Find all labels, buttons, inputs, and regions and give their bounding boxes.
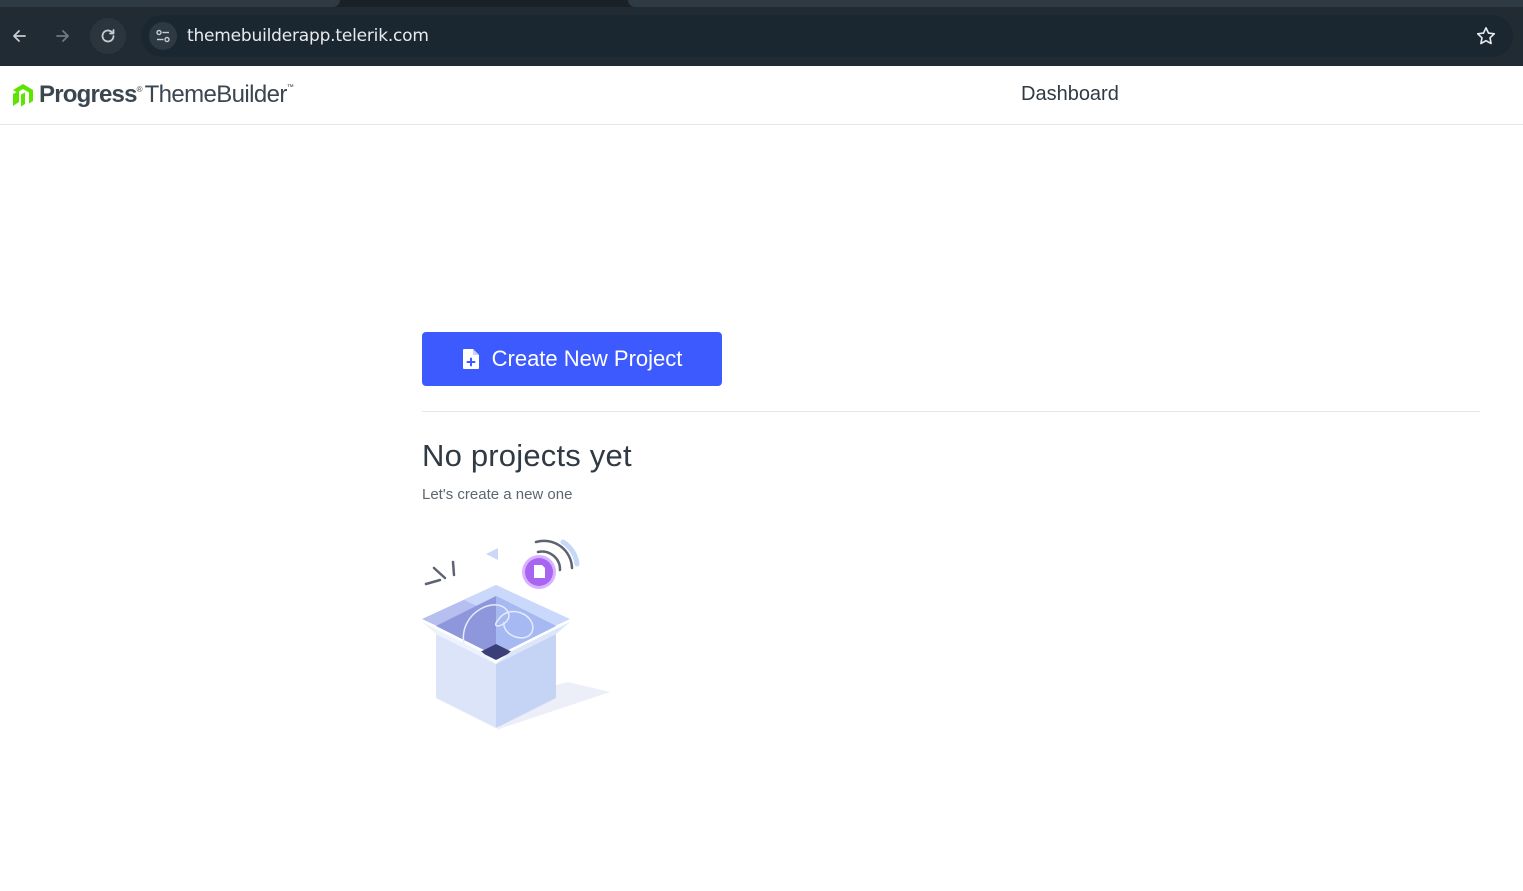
create-new-project-button[interactable]: Create New Project — [422, 332, 722, 386]
tab-strip — [0, 0, 1523, 7]
address-bar[interactable]: themebuilderapp.telerik.com — [141, 15, 1513, 57]
progress-logo-icon — [13, 84, 33, 107]
create-button-label: Create New Project — [491, 346, 683, 371]
reload-button[interactable] — [90, 18, 126, 54]
site-settings-icon — [156, 29, 170, 43]
bookmark-star-icon[interactable] — [1475, 25, 1497, 47]
back-button[interactable] — [1, 18, 37, 54]
registered-mark: ® — [136, 84, 143, 94]
empty-state-subtitle: Let's create a new one — [422, 486, 573, 503]
site-info-button[interactable] — [149, 22, 177, 50]
empty-state-title: No projects yet — [422, 438, 632, 473]
nav-dashboard-link[interactable]: Dashboard — [1021, 83, 1119, 106]
browser-toolbar: themebuilderapp.telerik.com — [0, 0, 1523, 66]
forward-arrow-icon — [56, 30, 69, 42]
progress-themebuilder-logo[interactable]: Progress ® ThemeBuilder ™ — [11, 80, 294, 110]
forward-button[interactable] — [45, 18, 81, 54]
new-file-icon — [462, 349, 479, 369]
logo-product-text: ThemeBuilder — [144, 81, 288, 108]
reload-icon — [101, 29, 115, 43]
back-arrow-icon — [13, 30, 26, 42]
url-text[interactable]: themebuilderapp.telerik.com — [187, 26, 429, 46]
empty-box-illustration — [422, 539, 610, 730]
browser-tab[interactable] — [0, 0, 340, 7]
app-header: Progress ® ThemeBuilder ™ Dashboard — [0, 66, 1523, 125]
section-divider — [422, 411, 1480, 412]
logo-brand-text: Progress — [39, 81, 137, 108]
browser-tab[interactable] — [628, 0, 1523, 7]
trademark-mark: ™ — [286, 83, 294, 91]
